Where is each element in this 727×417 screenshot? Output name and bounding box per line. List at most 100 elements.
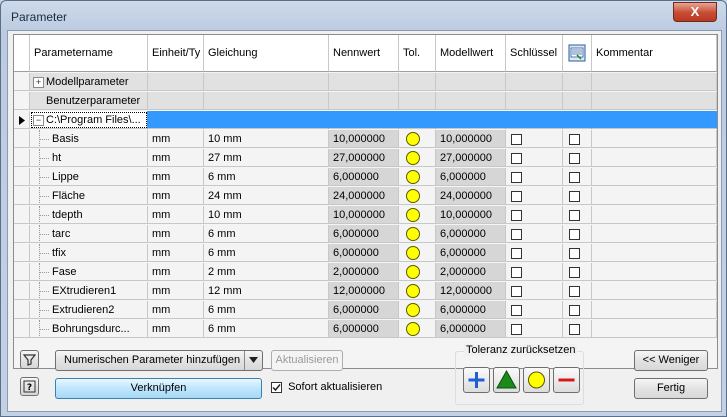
parameter-row[interactable]: ht mm 27 mm 27,000000 27,000000 [14, 149, 717, 168]
key-checkbox[interactable] [511, 190, 522, 202]
tolerance-nominal-button[interactable] [523, 367, 550, 393]
tolerance-upper-button[interactable] [463, 367, 490, 393]
group-file-parameters[interactable]: − C:\Program Files\... [14, 111, 717, 130]
tolerance-cell[interactable] [399, 130, 436, 148]
col-export[interactable] [563, 35, 592, 72]
collapse-icon[interactable]: − [33, 114, 44, 126]
export-checkbox[interactable] [569, 171, 580, 183]
equation-cell[interactable]: 27 mm [204, 149, 329, 167]
tolerance-cell[interactable] [399, 187, 436, 205]
unit-cell[interactable]: mm [148, 149, 204, 167]
key-checkbox[interactable] [511, 266, 522, 278]
row-selector[interactable] [14, 244, 30, 262]
auto-update-checkbox[interactable] [271, 381, 282, 393]
row-selector[interactable] [14, 149, 30, 167]
key-checkbox[interactable] [511, 285, 522, 297]
equation-cell[interactable]: 2 mm [204, 263, 329, 281]
tolerance-circle-icon[interactable] [406, 170, 420, 185]
comment-cell[interactable] [592, 301, 717, 319]
col-tolerance[interactable]: Tol. [399, 35, 436, 72]
unit-cell[interactable]: mm [148, 301, 204, 319]
comment-cell[interactable] [592, 187, 717, 205]
tolerance-cell[interactable] [399, 244, 436, 262]
expand-icon[interactable]: + [33, 76, 44, 88]
parameter-name-cell[interactable]: Lippe [30, 168, 148, 186]
done-button[interactable]: Fertig [634, 378, 708, 399]
unit-cell[interactable]: mm [148, 168, 204, 186]
parameter-name-cell[interactable]: Fase [30, 263, 148, 281]
tolerance-cell[interactable] [399, 168, 436, 186]
parameter-name-cell[interactable]: Basis [30, 130, 148, 148]
parameter-row[interactable]: Bohrungsdurc... mm 6 mm 6,000000 6,000000 [14, 320, 717, 339]
tolerance-circle-icon[interactable] [406, 208, 420, 223]
parameter-name-cell[interactable]: tdepth [30, 206, 148, 224]
export-checkbox[interactable] [569, 209, 580, 221]
export-checkbox[interactable] [569, 266, 580, 278]
key-checkbox[interactable] [511, 152, 522, 164]
tolerance-cell[interactable] [399, 301, 436, 319]
tolerance-circle-icon[interactable] [406, 151, 420, 166]
parameter-row[interactable]: tdepth mm 10 mm 10,000000 10,000000 [14, 206, 717, 225]
row-selector[interactable] [14, 187, 30, 205]
export-checkbox[interactable] [569, 285, 580, 297]
comment-cell[interactable] [592, 244, 717, 262]
equation-cell[interactable]: 10 mm [204, 206, 329, 224]
parameter-row[interactable]: tarc mm 6 mm 6,000000 6,000000 [14, 225, 717, 244]
unit-cell[interactable]: mm [148, 206, 204, 224]
parameter-row[interactable]: EXtrudieren1 mm 12 mm 12,000000 12,000000 [14, 282, 717, 301]
group-user-parameters[interactable]: Benutzerparameter [14, 92, 717, 111]
comment-cell[interactable] [592, 320, 717, 338]
filter-button[interactable] [20, 350, 39, 369]
tolerance-circle-icon[interactable] [406, 246, 420, 261]
comment-cell[interactable] [592, 225, 717, 243]
col-parametername[interactable]: Parametername [30, 35, 148, 72]
tolerance-circle-icon[interactable] [406, 227, 420, 242]
unit-cell[interactable]: mm [148, 187, 204, 205]
equation-cell[interactable]: 6 mm [204, 320, 329, 338]
parameter-row[interactable]: Fase mm 2 mm 2,000000 2,000000 [14, 263, 717, 282]
col-equation[interactable]: Gleichung [204, 35, 329, 72]
export-checkbox[interactable] [569, 152, 580, 164]
comment-cell[interactable] [592, 263, 717, 281]
parameter-row[interactable]: Fläche mm 24 mm 24,000000 24,000000 [14, 187, 717, 206]
tolerance-median-button[interactable] [493, 367, 520, 393]
col-nominal[interactable]: Nennwert [329, 35, 399, 72]
row-selector[interactable] [14, 168, 30, 186]
export-checkbox[interactable] [569, 247, 580, 259]
unit-cell[interactable]: mm [148, 282, 204, 300]
unit-cell[interactable]: mm [148, 244, 204, 262]
key-checkbox[interactable] [511, 323, 522, 335]
link-button[interactable]: Verknüpfen [55, 378, 262, 399]
row-selector[interactable] [14, 301, 30, 319]
row-selector[interactable] [14, 92, 30, 110]
auto-update-option[interactable]: Sofort aktualisieren [271, 381, 382, 393]
row-selector[interactable] [14, 130, 30, 148]
equation-cell[interactable]: 10 mm [204, 130, 329, 148]
tolerance-circle-icon[interactable] [406, 284, 420, 299]
key-checkbox[interactable] [511, 133, 522, 145]
parameter-name-cell[interactable]: ht [30, 149, 148, 167]
row-selector[interactable] [14, 282, 30, 300]
add-numeric-parameter-button[interactable]: Numerischen Parameter hinzufügen [55, 350, 263, 371]
tolerance-cell[interactable] [399, 263, 436, 281]
tolerance-lower-button[interactable] [553, 367, 580, 393]
row-selector[interactable] [14, 111, 30, 129]
comment-cell[interactable] [592, 168, 717, 186]
row-selector[interactable] [14, 206, 30, 224]
comment-cell[interactable] [592, 149, 717, 167]
row-selector[interactable] [14, 73, 30, 91]
parameter-name-cell[interactable]: Fläche [30, 187, 148, 205]
tolerance-circle-icon[interactable] [406, 322, 420, 337]
parameter-row[interactable]: Lippe mm 6 mm 6,000000 6,000000 [14, 168, 717, 187]
parameter-name-cell[interactable]: Extrudieren2 [30, 301, 148, 319]
col-comment[interactable]: Kommentar [592, 35, 717, 72]
row-selector[interactable] [14, 320, 30, 338]
col-key[interactable]: Schlüssel [506, 35, 563, 72]
tolerance-cell[interactable] [399, 149, 436, 167]
export-checkbox[interactable] [569, 323, 580, 335]
equation-cell[interactable]: 24 mm [204, 187, 329, 205]
unit-cell[interactable]: mm [148, 263, 204, 281]
key-checkbox[interactable] [511, 304, 522, 316]
update-button[interactable]: Aktualisieren [271, 350, 343, 371]
parameter-row[interactable]: Extrudieren2 mm 6 mm 6,000000 6,000000 [14, 301, 717, 320]
